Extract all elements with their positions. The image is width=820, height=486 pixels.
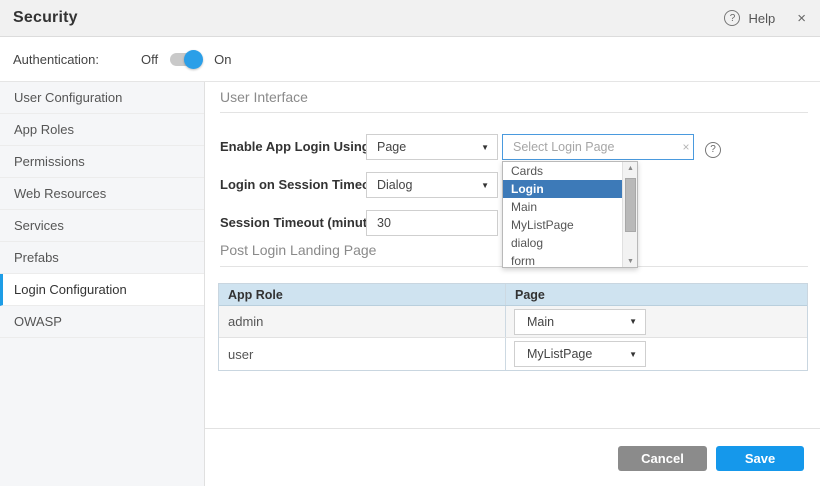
sidebar-item-app-roles[interactable]: App Roles [0,114,204,146]
titlebar: Security ? Help × [0,0,820,37]
session-timeout-minutes-input[interactable]: 30 [366,210,498,236]
user-page-select[interactable]: MyListPage ▼ [514,341,646,367]
sidebar-item-web-resources[interactable]: Web Resources [0,178,204,210]
scrollbar-thumb[interactable] [625,178,636,232]
admin-page-value: Main [527,315,629,329]
sidebar-item-user-configuration[interactable]: User Configuration [0,82,204,114]
select-login-page-input[interactable] [502,134,694,160]
dropdown-option-main[interactable]: Main [503,198,622,216]
chevron-down-icon: ▼ [481,181,489,190]
page-cell: Main ▼ [506,306,807,337]
help-icon[interactable]: ? [724,10,740,26]
authentication-row: Authentication: Off On [0,37,820,82]
post-login-table: App Role Page admin Main ▼ user MyListPa… [218,283,808,371]
login-type-select[interactable]: Page ▼ [366,134,498,160]
authentication-toggle[interactable] [170,53,200,66]
main-panel: User Interface Enable App Login Using: P… [205,82,820,486]
dropdown-options: Cards Login Main MyListPage dialog form [503,162,622,268]
titlebar-actions: ? Help × [724,10,806,26]
field-help-icon[interactable]: ? [705,139,721,158]
security-dialog: Security ? Help × Authentication: Off On… [0,0,820,486]
help-link[interactable]: Help [748,11,775,26]
login-page-dropdown: Cards Login Main MyListPage dialog form … [502,161,638,268]
dropdown-option-mylistpage[interactable]: MyListPage [503,216,622,234]
enable-app-login-label: Enable App Login Using: [220,134,374,160]
app-role-cell: user [219,338,506,370]
section-heading-post-login: Post Login Landing Page [220,242,376,258]
column-header-page: Page [506,284,807,305]
toggle-knob [184,50,203,69]
app-role-cell: admin [219,306,506,337]
table-header-row: App Role Page [219,284,807,306]
cancel-button[interactable]: Cancel [618,446,707,471]
chevron-down-icon: ▼ [629,350,637,359]
authentication-label: Authentication: [13,52,99,67]
session-timeout-minutes-label: Session Timeout (minutes): [220,210,390,236]
table-row: user MyListPage ▼ [219,338,807,370]
session-timeout-mode-label: Login on Session Timeout: [220,172,387,198]
page-title: Security [13,9,78,27]
session-timeout-mode-select[interactable]: Dialog ▼ [366,172,498,198]
sidebar-item-owasp[interactable]: OWASP [0,306,204,338]
chevron-down-icon: ▼ [629,317,637,326]
toggle-on-label: On [214,52,231,67]
footer-divider [205,428,820,429]
scroll-down-icon[interactable]: ▼ [623,255,638,267]
save-button[interactable]: Save [716,446,804,471]
dropdown-option-login[interactable]: Login [503,180,622,198]
column-header-app-role: App Role [219,284,506,305]
dropdown-scrollbar[interactable]: ▲ ▼ [622,162,637,267]
dropdown-option-dialog[interactable]: dialog [503,234,622,252]
sidebar-item-login-configuration[interactable]: Login Configuration [0,274,204,306]
toggle-off-label: Off [141,52,158,67]
session-timeout-mode-value: Dialog [377,178,481,192]
close-icon[interactable]: × [797,11,806,26]
dropdown-option-form[interactable]: form [503,252,622,268]
sidebar-item-services[interactable]: Services [0,210,204,242]
admin-page-select[interactable]: Main ▼ [514,309,646,335]
page-cell: MyListPage ▼ [506,338,807,370]
user-page-value: MyListPage [527,347,629,361]
login-type-value: Page [377,140,481,154]
sidebar: User Configuration App Roles Permissions… [0,82,205,486]
divider [220,112,808,113]
scroll-up-icon[interactable]: ▲ [623,162,638,174]
dropdown-option-cards[interactable]: Cards [503,162,622,180]
chevron-down-icon: ▼ [481,143,489,152]
sidebar-item-prefabs[interactable]: Prefabs [0,242,204,274]
help-icon[interactable]: ? [705,142,721,158]
section-heading-user-interface: User Interface [220,89,308,105]
clear-icon[interactable]: × [673,134,699,160]
sidebar-item-permissions[interactable]: Permissions [0,146,204,178]
table-row: admin Main ▼ [219,306,807,338]
